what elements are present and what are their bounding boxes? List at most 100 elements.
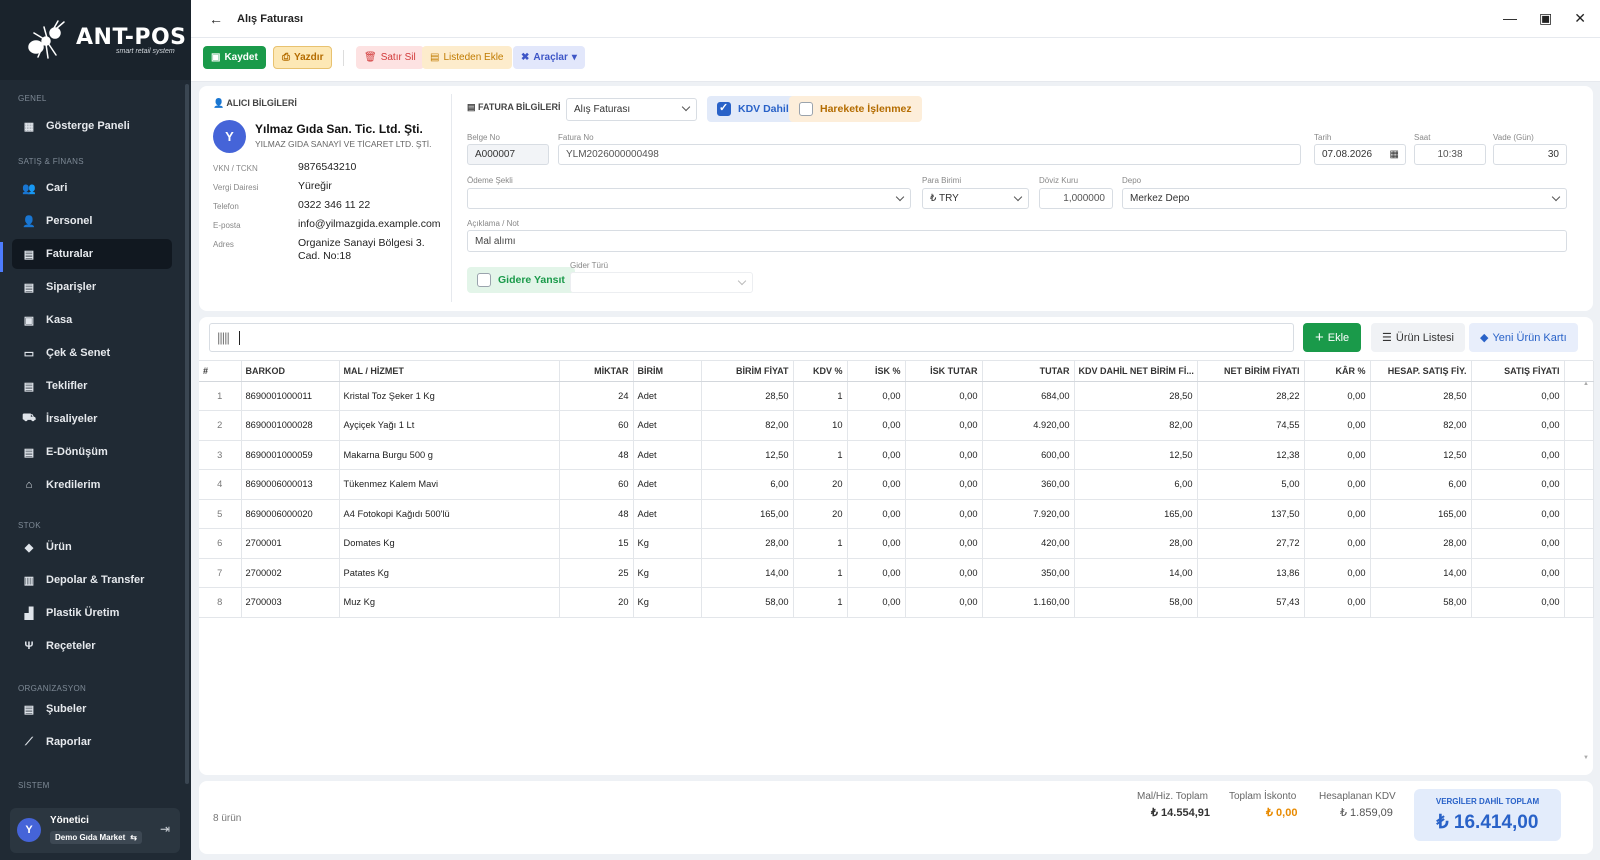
sidebar-item-ürün[interactable]: ◆ Ürün <box>12 532 172 562</box>
table-cell[interactable]: 1 <box>199 381 242 411</box>
exchange-rate-field[interactable]: 1,000000 <box>1039 188 1113 209</box>
table-cell[interactable]: 0,00 <box>905 469 983 500</box>
table-cell[interactable]: Patates Kg <box>339 558 560 588</box>
column-header[interactable]: NET BİRİM FİYATI <box>1197 361 1305 382</box>
vade-field[interactable]: 30 <box>1493 144 1567 165</box>
table-cell[interactable]: 1 <box>793 381 848 411</box>
table-cell[interactable]: 0,00 <box>905 410 983 441</box>
table-row[interactable]: 4 8690006000013 Tükenmez Kalem Mavi 60 Adet 6… <box>199 469 1594 500</box>
table-cell[interactable]: 420,00 <box>982 528 1075 559</box>
sidebar-item-raporlar[interactable]: ⟋ Raporlar <box>12 727 172 757</box>
table-cell[interactable]: Adet <box>633 381 702 411</box>
table-cell[interactable]: 0,00 <box>847 558 906 588</box>
table-cell[interactable]: 82,00 <box>1074 410 1198 441</box>
table-cell[interactable]: 0,00 <box>1304 469 1371 500</box>
table-cell[interactable]: 0,00 <box>905 558 983 588</box>
table-cell[interactable]: 74,55 <box>1197 410 1305 441</box>
table-cell[interactable]: A4 Fotokopi Kağıdı 500'lü <box>339 499 560 529</box>
table-cell[interactable]: 8690001000011 <box>241 381 340 411</box>
table-cell[interactable]: 8690006000020 <box>241 499 340 529</box>
table-cell[interactable]: 0,00 <box>1304 587 1371 618</box>
not-processed-checkbox[interactable]: Harekete İşlenmez <box>789 96 922 122</box>
column-header[interactable]: HESAP. SATIŞ FİY. <box>1370 361 1472 382</box>
table-cell[interactable]: 0,00 <box>847 587 906 618</box>
table-row[interactable]: 8 2700003 Muz Kg 20 Kg 58,00 1 0,00 0,00 1.160,00… <box>199 587 1594 618</box>
table-cell[interactable]: 13,86 <box>1197 558 1305 588</box>
table-cell[interactable]: 6,00 <box>701 469 794 500</box>
table-cell[interactable]: 0,00 <box>1304 410 1371 441</box>
table-cell[interactable]: 82,00 <box>701 410 794 441</box>
table-cell[interactable]: 1 <box>793 587 848 618</box>
table-cell[interactable]: 14,00 <box>701 558 794 588</box>
product-list-button[interactable]: ☰ Ürün Listesi <box>1371 323 1465 352</box>
table-cell[interactable]: 0,00 <box>847 528 906 559</box>
add-button[interactable]: + Ekle <box>1303 323 1362 352</box>
table-cell[interactable]: 20 <box>793 469 848 500</box>
print-button[interactable]: ⎙ Yazdır <box>273 46 333 69</box>
sidebar-item-siparişler[interactable]: ▤ Siparişler <box>12 272 172 302</box>
payment-select[interactable] <box>467 188 911 209</box>
table-cell[interactable]: 0,00 <box>905 587 983 618</box>
table-cell[interactable]: 12,38 <box>1197 440 1305 470</box>
sidebar-item-şubeler[interactable]: ▤ Şubeler <box>12 694 172 724</box>
table-cell[interactable]: 165,00 <box>1370 499 1472 529</box>
table-cell[interactable]: 1 <box>793 558 848 588</box>
table-row[interactable]: 1 8690001000011 Kristal Toz Şeker 1 Kg 24 Ad… <box>199 381 1594 411</box>
invoice-type-select[interactable]: Alış Faturası <box>566 98 697 121</box>
table-cell[interactable]: 0,00 <box>847 410 906 441</box>
table-cell[interactable]: 0,00 <box>1471 410 1565 441</box>
table-cell[interactable]: 684,00 <box>982 381 1075 411</box>
table-cell[interactable]: 2700002 <box>241 558 340 588</box>
belge-no-field[interactable]: A000007 <box>467 144 549 165</box>
table-cell[interactable]: 48 <box>559 499 634 529</box>
table-row[interactable]: 5 8690006000020 A4 Fotokopi Kağıdı 500'lü 4… <box>199 499 1594 529</box>
table-cell[interactable]: 0,00 <box>905 528 983 559</box>
table-cell[interactable]: 137,50 <box>1197 499 1305 529</box>
delete-row-button[interactable]: 🗑 Satır Sil <box>356 46 424 69</box>
sidebar-item-i-rsaliyeler[interactable]: ⛟ İrsaliyeler <box>12 404 172 434</box>
minimize-icon[interactable]: — <box>1503 10 1517 27</box>
table-cell[interactable]: 6,00 <box>1370 469 1472 500</box>
table-scrollbar[interactable]: ▲ ▼ <box>1583 381 1589 761</box>
sidebar-item-gösterge-paneli[interactable]: ▦ Gösterge Paneli <box>12 111 172 141</box>
table-cell[interactable]: 12,50 <box>701 440 794 470</box>
table-cell[interactable]: 20 <box>793 499 848 529</box>
column-header[interactable]: BARKOD <box>241 361 340 382</box>
table-cell[interactable]: 165,00 <box>701 499 794 529</box>
table-cell[interactable]: 2700003 <box>241 587 340 618</box>
table-cell[interactable]: 6,00 <box>1074 469 1198 500</box>
table-cell[interactable]: 7.920,00 <box>982 499 1075 529</box>
table-cell[interactable]: Adet <box>633 410 702 441</box>
table-cell[interactable]: 28,50 <box>701 381 794 411</box>
sidebar-item-faturalar[interactable]: ▤ Faturalar <box>12 239 172 269</box>
table-cell[interactable]: Tükenmez Kalem Mavi <box>339 469 560 500</box>
barcode-input[interactable]: ||||| <box>209 323 1294 352</box>
table-cell[interactable]: 28,00 <box>1074 528 1198 559</box>
table-cell[interactable]: Kg <box>633 558 702 588</box>
table-cell[interactable]: 48 <box>559 440 634 470</box>
maximize-icon[interactable]: ▣ <box>1539 10 1552 27</box>
sidebar-item-kasa[interactable]: ▣ Kasa <box>12 305 172 335</box>
table-cell[interactable]: 25 <box>559 558 634 588</box>
save-button[interactable]: ▣ Kaydet <box>203 46 266 69</box>
table-cell[interactable]: 4.920,00 <box>982 410 1075 441</box>
table-cell[interactable]: Kg <box>633 528 702 559</box>
table-cell[interactable]: 28,22 <box>1197 381 1305 411</box>
new-product-button[interactable]: ◆ Yeni Ürün Kartı <box>1469 323 1578 352</box>
column-header[interactable]: İSK TUTAR <box>905 361 983 382</box>
table-cell[interactable]: 0,00 <box>847 499 906 529</box>
table-cell[interactable]: 0,00 <box>1471 587 1565 618</box>
table-cell[interactable]: 5,00 <box>1197 469 1305 500</box>
table-cell[interactable]: 350,00 <box>982 558 1075 588</box>
table-cell[interactable]: 0,00 <box>1471 558 1565 588</box>
table-cell[interactable]: 0,00 <box>1471 469 1565 500</box>
table-cell[interactable]: 1 <box>793 440 848 470</box>
table-cell[interactable]: 165,00 <box>1074 499 1198 529</box>
table-cell[interactable]: 8690001000028 <box>241 410 340 441</box>
table-row[interactable]: 6 2700001 Domates Kg 15 Kg 28,00 1 0,00 0,00 420,… <box>199 528 1594 559</box>
table-cell[interactable]: 0,00 <box>1304 499 1371 529</box>
table-cell[interactable]: 28,50 <box>1370 381 1472 411</box>
table-cell[interactable]: 0,00 <box>847 381 906 411</box>
table-cell[interactable]: 0,00 <box>1471 381 1565 411</box>
table-cell[interactable]: 2 <box>199 410 242 441</box>
